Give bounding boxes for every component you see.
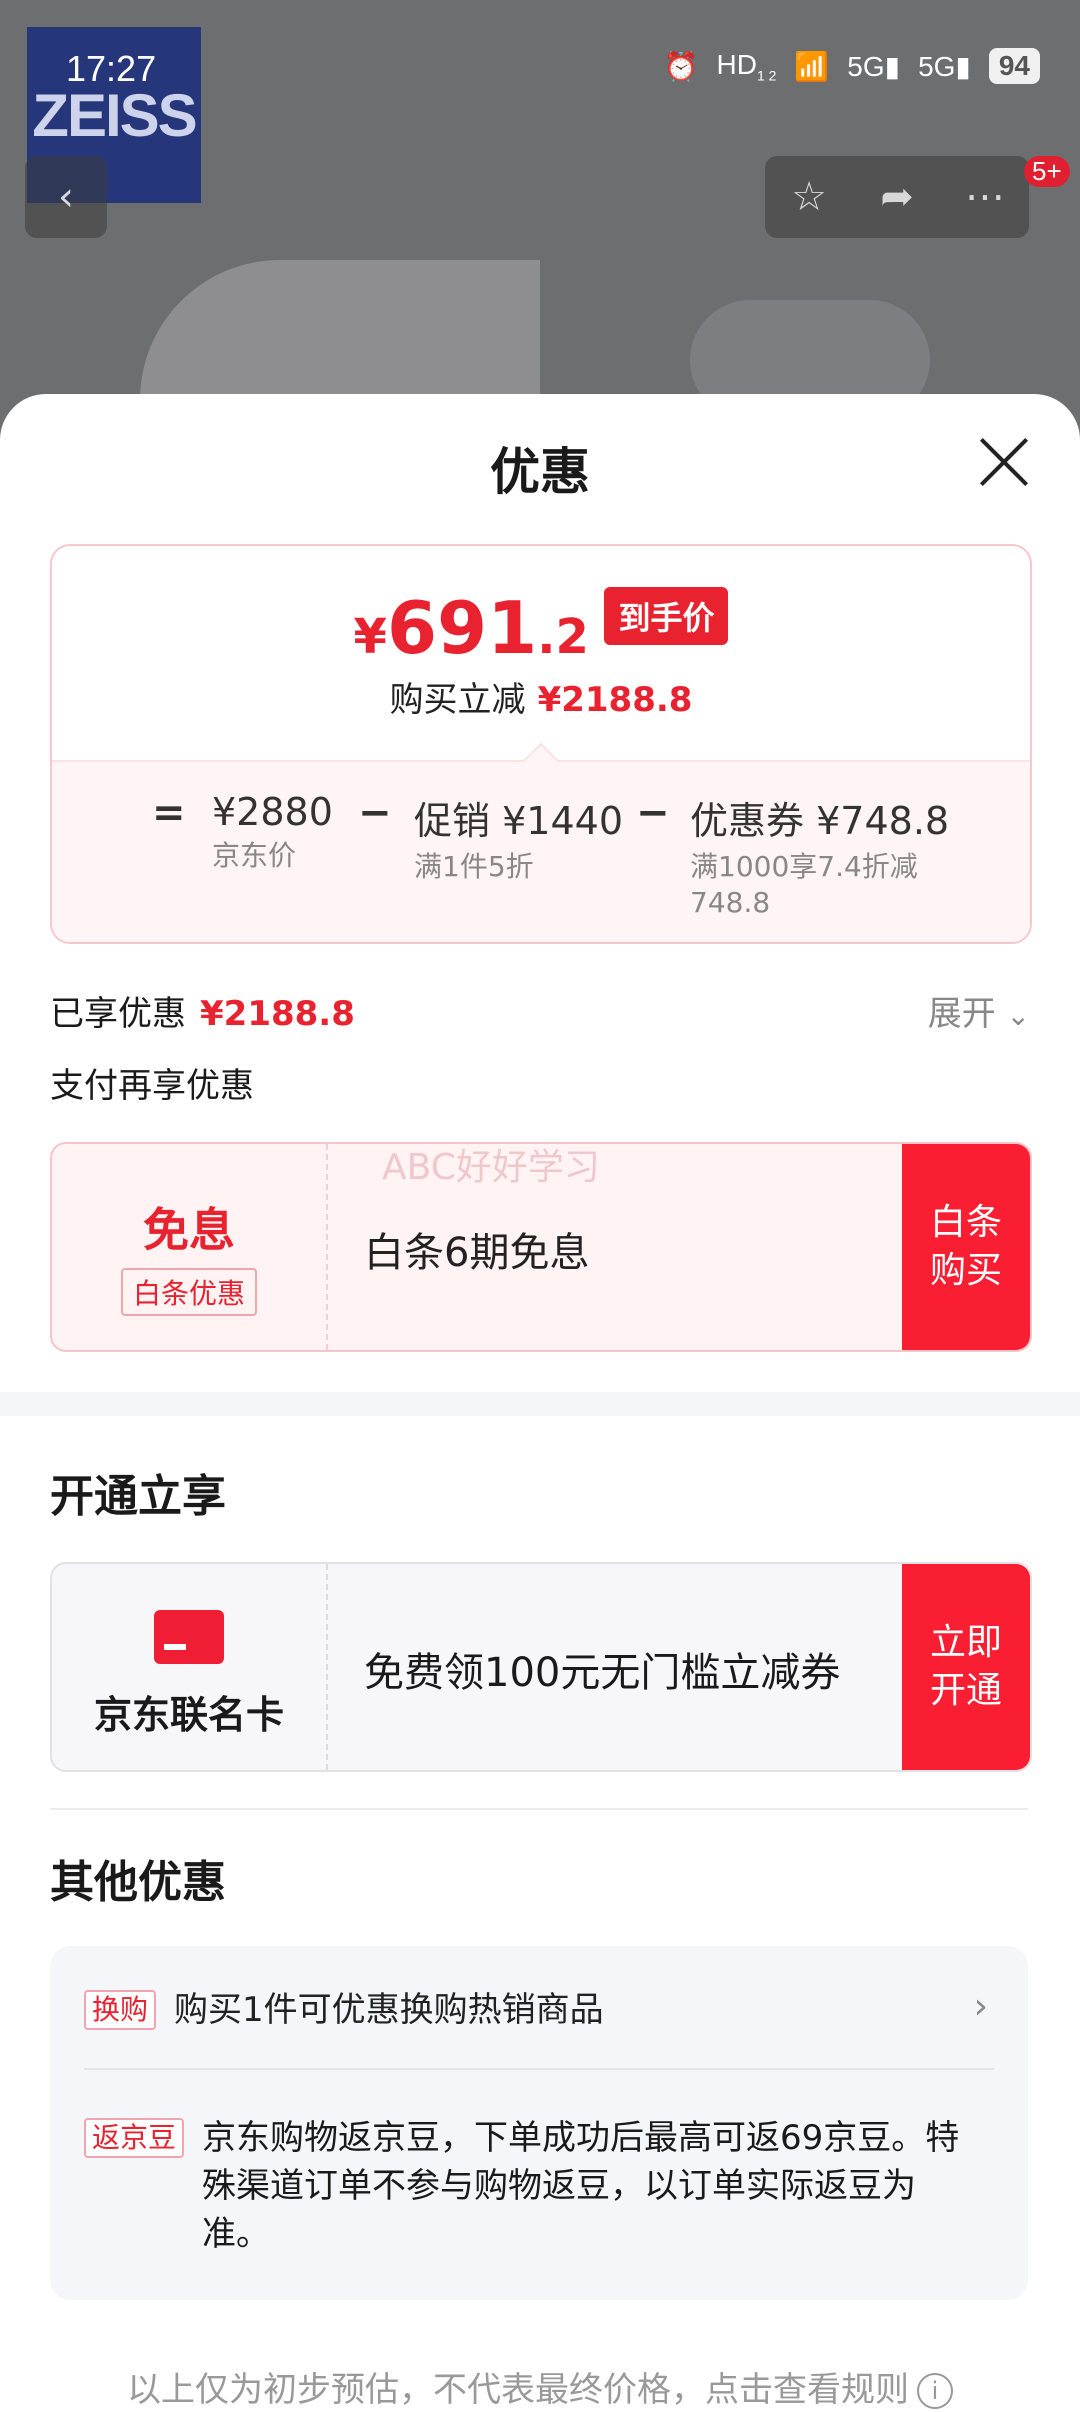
card-name: 京东联名卡 — [93, 1693, 284, 1737]
other-section-title: 其他优惠 — [50, 1857, 226, 1908]
signal-icon-1: 5G▮ — [847, 50, 901, 82]
share-icon[interactable]: ➦ — [867, 174, 927, 220]
product-header-background: ZEISS 17:27 ⏰ HD1 2 📶 5G▮ 5G▮ 94 ‹ ☆ ➦ ⋯… — [0, 0, 1080, 420]
alarm-icon: ⏰ — [663, 50, 699, 82]
list-divider — [84, 2068, 994, 2070]
chevron-down-icon: ⌄ — [1006, 999, 1030, 1032]
status-bar: 17:27 ⏰ HD1 2 📶 5G▮ 5G▮ 94 — [0, 0, 1080, 140]
back-button[interactable]: ‹ — [25, 156, 107, 238]
sheet-title: 优惠 — [490, 443, 590, 501]
card-offer-text: 免费领100元无门槛立减券 — [364, 1650, 841, 1696]
final-price: ¥691.2 到手价 — [52, 586, 1030, 670]
wifi-icon: 📶 — [794, 50, 830, 82]
price-card: ¥691.2 到手价 购买立减 ¥2188.8 = ¥2880 京东价 − 促销 … — [50, 544, 1032, 944]
signal-icon-2: 5G▮ — [918, 50, 971, 82]
notification-badge: 5+ — [1024, 156, 1070, 187]
other-offers: 换购 购买1件可优惠换购热销商品 › 返京豆 京东购物返京豆，下单成功后最高可返6… — [50, 1946, 1028, 2300]
interest-free-label: 免息 — [143, 1203, 235, 1257]
jd-card-offer[interactable]: 京东联名卡 免费领100元无门槛立减券 立即 开通 — [50, 1562, 1032, 1772]
baitiao-buy-button[interactable]: 白条 购买 — [902, 1144, 1030, 1350]
card-icon — [154, 1610, 224, 1664]
divider-line — [50, 1808, 1028, 1810]
section-divider — [0, 1392, 1080, 1416]
list-item-jd-beans: 返京豆 京东购物返京豆，下单成功后最高可返69京豆。特殊渠道订单不参与购物返豆，… — [84, 2114, 964, 2258]
hd-icon: HD1 2 — [716, 48, 777, 84]
star-icon[interactable]: ☆ — [779, 174, 839, 220]
coupon-discount: 优惠券 ¥748.8 满1000享7.4折减 748.8 — [690, 799, 950, 919]
expand-toggle[interactable]: 展开 ⌄ — [928, 986, 1030, 1035]
list-item-exchange[interactable]: 换购 购买1件可优惠换购热销商品 — [84, 1986, 604, 2034]
final-price-tag: 到手价 — [604, 587, 729, 645]
status-time: 17:27 — [66, 48, 157, 89]
pay-more-label: 支付再享优惠 — [50, 1066, 254, 1106]
footer-note[interactable]: 以上仅为初步预估，不代表最终价格，点击查看规则 i — [0, 2362, 1080, 2411]
more-icon[interactable]: ⋯ — [955, 174, 1015, 220]
back-icon: ‹ — [58, 174, 74, 220]
open-now-button[interactable]: 立即 开通 — [902, 1564, 1030, 1770]
open-section-title: 开通立享 — [50, 1471, 226, 1522]
baitiao-tag: 白条优惠 — [120, 1268, 257, 1316]
jd-beans-tag: 返京豆 — [84, 2118, 185, 2158]
price-breakdown: = ¥2880 京东价 − 促销 ¥1440 满1件5折 − 优惠券 ¥748.… — [52, 742, 1030, 942]
jd-card-left: 京东联名卡 — [52, 1564, 328, 1770]
baitiao-text: 白条6期免息 — [364, 1230, 590, 1276]
enjoyed-discount: 已享优惠 ¥2188.8 — [50, 994, 355, 1034]
close-icon[interactable] — [976, 434, 1032, 490]
chevron-right-icon[interactable]: › — [974, 1986, 988, 2027]
watermark: ABC好好学习 — [382, 1147, 600, 1188]
jd-price: ¥2880 京东价 — [212, 790, 333, 872]
reduce-summary: 购买立减 ¥2188.8 — [389, 680, 693, 720]
action-bar: ☆ ➦ ⋯ — [765, 156, 1029, 238]
baitiao-offer[interactable]: 免息 白条优惠 ABC好好学习 白条6期免息 白条 购买 — [50, 1142, 1032, 1352]
discount-sheet: 优惠 ¥691.2 到手价 购买立减 ¥2188.8 = ¥2880 京东价 − … — [0, 394, 1080, 2412]
battery-indicator: 94 — [988, 48, 1040, 84]
promo-discount: 促销 ¥1440 满1件5折 — [414, 799, 623, 883]
baitiao-left: 免息 白条优惠 — [52, 1144, 328, 1350]
info-icon[interactable]: i — [917, 2373, 953, 2409]
status-icons: ⏰ HD1 2 📶 5G▮ 5G▮ 94 — [664, 48, 1040, 84]
exchange-tag: 换购 — [84, 1990, 157, 2030]
